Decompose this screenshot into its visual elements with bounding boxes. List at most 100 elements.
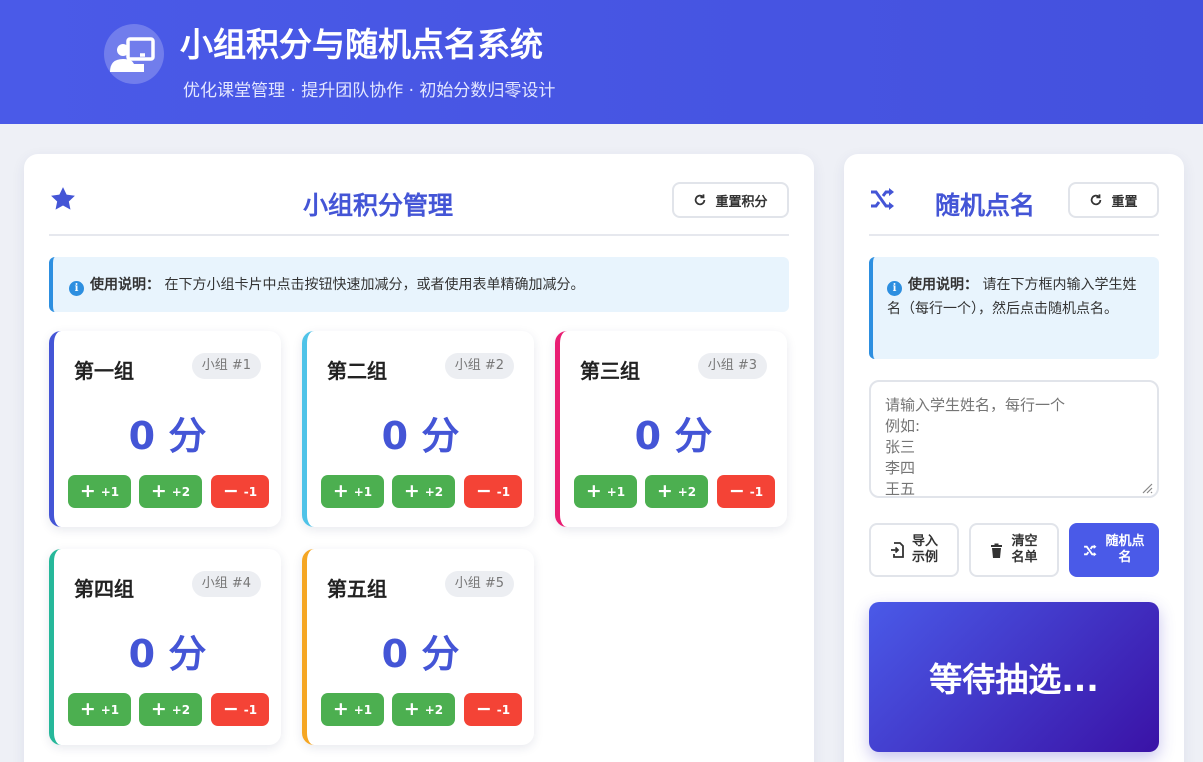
- plus-icon: +: [150, 698, 167, 720]
- info-label: 使用说明：: [908, 277, 978, 293]
- random-pick-button[interactable]: 随机点 名: [1069, 523, 1159, 577]
- group-score: 0 分: [560, 405, 787, 460]
- refresh-icon: [1091, 194, 1102, 206]
- shuffle-icon: [1084, 544, 1097, 556]
- group-card: 第三组 小组 #3 0 分 + +1 + +2 − -1: [555, 331, 787, 527]
- minus-1-label: -1: [496, 484, 511, 499]
- group-badge: 小组 #3: [697, 353, 767, 379]
- add-2-label: +2: [677, 484, 697, 499]
- reset-call-label: 重置: [1111, 194, 1138, 210]
- file-import-icon: [890, 542, 904, 558]
- reset-scores-button[interactable]: 重置积分: [672, 182, 789, 218]
- pick-result-text: 等待抽选...: [929, 660, 1099, 699]
- score-value: 0: [128, 414, 156, 458]
- minus-icon: −: [475, 698, 492, 720]
- minus-1-button[interactable]: − -1: [464, 693, 522, 726]
- minus-1-button[interactable]: − -1: [464, 475, 522, 508]
- random-panel-title: 随机点名: [935, 191, 1036, 220]
- resize-handle-icon[interactable]: [1141, 482, 1153, 494]
- add-1-button[interactable]: + +1: [321, 693, 384, 726]
- app-title: 小组积分与随机点名系统: [180, 25, 543, 64]
- minus-1-button[interactable]: − -1: [211, 693, 269, 726]
- group-name: 第三组: [580, 359, 640, 383]
- group-card: 第一组 小组 #1 0 分 + +1 + +2 − -1: [49, 331, 281, 527]
- minus-1-label: -1: [243, 484, 258, 499]
- add-2-label: +2: [424, 702, 444, 717]
- app-header: 小组积分与随机点名系统 优化课堂管理 · 提升团队协作 · 初始分数归零设计: [0, 0, 1203, 124]
- score-value: 0: [634, 414, 662, 458]
- add-1-label: +1: [353, 702, 373, 717]
- score-instructions: i 使用说明： 在下方小组卡片中点击按钮快速加减分，或者使用表单精确加减分。: [49, 257, 789, 312]
- group-score: 0 分: [54, 623, 281, 678]
- group-name: 第一组: [74, 359, 134, 383]
- add-1-button[interactable]: + +1: [68, 475, 131, 508]
- reset-scores-label: 重置积分: [715, 194, 768, 210]
- add-1-label: +1: [100, 484, 120, 499]
- import-example-button[interactable]: 导入 示例: [869, 523, 959, 577]
- add-1-button[interactable]: + +1: [574, 475, 637, 508]
- import-example-label: 导入 示例: [911, 534, 938, 565]
- score-unit: 分: [421, 632, 460, 676]
- group-score: 0 分: [54, 405, 281, 460]
- plus-icon: +: [656, 480, 673, 502]
- group-badge: 小组 #2: [444, 353, 514, 379]
- star-icon: [51, 187, 75, 210]
- plus-icon: +: [332, 698, 349, 720]
- plus-icon: +: [403, 698, 420, 720]
- score-value: 0: [128, 632, 156, 676]
- add-2-button[interactable]: + +2: [139, 475, 202, 508]
- score-management-panel: 小组积分管理 重置积分 i 使用说明： 在下方小组卡片中点击按钮快速加减分，或者使…: [24, 154, 814, 762]
- minus-1-label: -1: [243, 702, 258, 717]
- score-panel-title: 小组积分管理: [303, 191, 454, 220]
- plus-icon: +: [403, 480, 420, 502]
- minus-icon: −: [222, 480, 239, 502]
- clear-list-label: 清空 名单: [1011, 534, 1038, 565]
- call-instructions: i 使用说明： 请在下方框内输入学生姓名（每行一个），然后点击随机点名。: [869, 257, 1159, 359]
- score-value: 0: [381, 632, 409, 676]
- group-card: 第五组 小组 #5 0 分 + +1 + +2− -1: [302, 549, 534, 745]
- group-name: 第五组: [327, 577, 387, 601]
- group-score: 0 分: [307, 623, 534, 678]
- score-unit: 分: [168, 414, 207, 458]
- score-unit: 分: [421, 414, 460, 458]
- add-2-button[interactable]: + +2: [392, 475, 455, 508]
- shuffle-icon: [871, 188, 894, 210]
- refresh-icon: [695, 194, 706, 206]
- group-name: 第四组: [74, 577, 134, 601]
- add-2-label: +2: [171, 484, 191, 499]
- minus-1-label: -1: [496, 702, 511, 717]
- minus-1-button[interactable]: − -1: [717, 475, 775, 508]
- student-names-input[interactable]: [869, 380, 1159, 498]
- divider: [49, 234, 789, 236]
- group-badge: 小组 #4: [191, 571, 261, 597]
- add-1-button[interactable]: + +1: [321, 475, 384, 508]
- group-card: 第四组 小组 #4 0 分 + +1 + +2 − -1: [49, 549, 281, 745]
- add-2-label: +2: [171, 702, 191, 717]
- add-1-button[interactable]: + +1: [68, 693, 131, 726]
- add-2-button[interactable]: + +2: [645, 475, 708, 508]
- score-unit: 分: [674, 414, 713, 458]
- group-score: 0 分: [307, 405, 534, 460]
- score-value: 0: [381, 414, 409, 458]
- group-badge: 小组 #1: [191, 353, 261, 379]
- info-icon: i: [69, 281, 84, 296]
- minus-1-button[interactable]: − -1: [211, 475, 269, 508]
- group-card: 第二组 小组 #2 0 分 + +1 + +2− -1: [302, 331, 534, 527]
- plus-icon: +: [332, 480, 349, 502]
- plus-icon: +: [79, 698, 96, 720]
- clear-list-button[interactable]: 清空 名单: [969, 523, 1059, 577]
- add-2-button[interactable]: + +2: [392, 693, 455, 726]
- minus-icon: −: [475, 480, 492, 502]
- add-2-button[interactable]: + +2: [139, 693, 202, 726]
- group-badge: 小组 #5: [444, 571, 514, 597]
- random-pick-label: 随机点 名: [1105, 534, 1145, 565]
- trash-icon: [991, 543, 1003, 558]
- divider: [869, 234, 1159, 236]
- add-1-label: +1: [606, 484, 626, 499]
- reset-call-button[interactable]: 重置: [1068, 182, 1159, 218]
- plus-icon: +: [150, 480, 167, 502]
- presentation-icon: [104, 24, 164, 84]
- add-1-label: +1: [100, 702, 120, 717]
- app-subtitle: 优化课堂管理 · 提升团队协作 · 初始分数归零设计: [183, 81, 556, 101]
- info-icon: i: [887, 281, 902, 296]
